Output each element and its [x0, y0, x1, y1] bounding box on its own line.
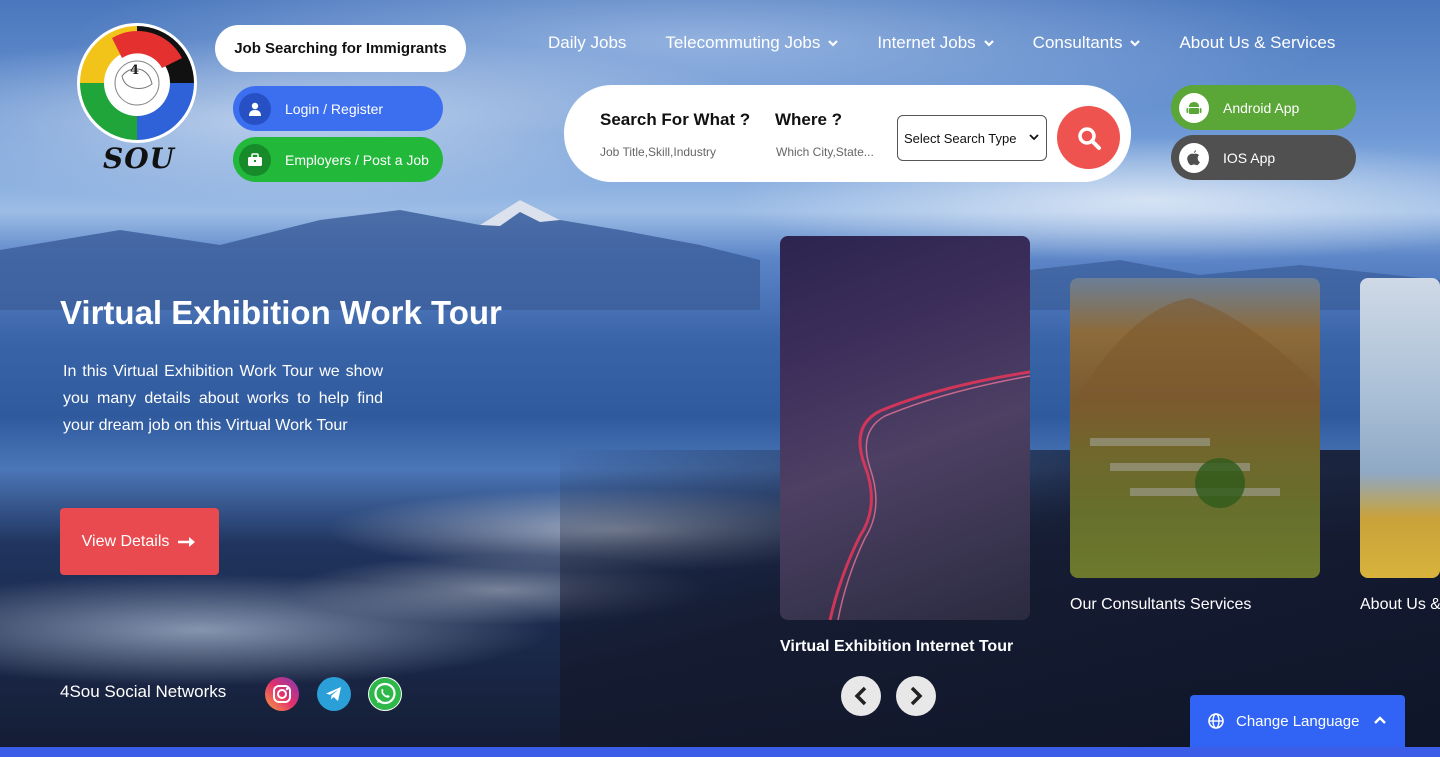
logo-text: SOU: [103, 142, 176, 175]
nav-telecommuting-jobs[interactable]: Telecommuting Jobs: [665, 33, 839, 53]
logo-badge: 4: [130, 63, 140, 78]
chevron-down-icon: [828, 40, 839, 47]
chevron-left-icon: [854, 686, 867, 706]
nav-label: Daily Jobs: [548, 33, 627, 52]
search-what-input[interactable]: [600, 145, 760, 159]
carousel-card-consultants[interactable]: [1070, 278, 1320, 578]
instagram-icon[interactable]: [265, 677, 299, 711]
search-type-value: Select Search Type: [904, 130, 1017, 146]
search-bar: Search For What ? Where ? Select Search …: [564, 85, 1131, 182]
hero-description: In this Virtual Exhibition Work Tour we …: [63, 363, 383, 434]
login-register-label: Login / Register: [285, 100, 384, 117]
chevron-up-icon: [1374, 716, 1386, 724]
carousel-caption: About Us &: [1360, 596, 1440, 613]
chevron-down-icon: [1029, 134, 1039, 141]
site-tagline: Job Searching for Immigrants: [215, 25, 466, 72]
view-details-label: View Details: [81, 532, 170, 550]
nav-about-us-services[interactable]: About Us & Services: [1179, 33, 1335, 53]
change-language-label: Change Language: [1236, 712, 1360, 730]
nav-internet-jobs[interactable]: Internet Jobs: [877, 33, 994, 53]
search-what-label: Search For What ?: [600, 110, 751, 129]
nav-label: About Us & Services: [1179, 33, 1336, 52]
chevron-down-icon: [983, 40, 994, 47]
login-register-button[interactable]: Login / Register: [233, 86, 443, 131]
ios-app-label: IOS App: [1223, 149, 1276, 166]
view-details-button[interactable]: View Details: [60, 508, 219, 575]
change-language-button[interactable]: Change Language: [1190, 695, 1405, 747]
nav-consultants[interactable]: Consultants: [1033, 33, 1141, 53]
employers-post-job-label: Employers / Post a Job: [285, 151, 429, 168]
nav-daily-jobs[interactable]: Daily Jobs: [548, 33, 626, 53]
logo-emblem-icon: [77, 23, 197, 143]
arrow-right-icon: [178, 536, 196, 547]
user-icon: [239, 92, 271, 125]
search-type-select[interactable]: Select Search Type: [897, 115, 1047, 161]
search-where-label: Where ?: [775, 110, 843, 129]
nav-label: Internet Jobs: [877, 33, 976, 52]
android-app-button[interactable]: Android App: [1171, 85, 1356, 130]
search-button[interactable]: [1057, 106, 1120, 169]
whatsapp-icon[interactable]: [368, 677, 402, 711]
nav-label: Consultants: [1032, 33, 1123, 52]
android-icon: [1179, 92, 1209, 123]
carousel-caption: Virtual Exhibition Internet Tour: [780, 638, 1014, 655]
carousel-card-about-us[interactable]: [1360, 278, 1440, 578]
ios-app-button[interactable]: IOS App: [1171, 135, 1356, 180]
carousel-caption: Our Consultants Services: [1070, 596, 1252, 613]
carousel-next-button[interactable]: [896, 676, 936, 716]
carousel-prev-button[interactable]: [841, 676, 881, 716]
hero-title: Virtual Exhibition Work Tour: [60, 294, 502, 331]
employers-post-job-button[interactable]: Employers / Post a Job: [233, 137, 443, 182]
telegram-icon[interactable]: [317, 677, 351, 711]
main-nav: Daily Jobs Telecommuting Jobs Internet J…: [548, 33, 1374, 53]
globe-icon: [1208, 713, 1224, 729]
android-app-label: Android App: [1223, 99, 1300, 116]
search-where-input[interactable]: [776, 145, 891, 159]
bottom-bar: [0, 747, 1440, 757]
carousel-card-internet-tour[interactable]: [780, 236, 1030, 620]
nav-label: Telecommuting Jobs: [665, 33, 821, 52]
social-networks-label: 4Sou Social Networks: [60, 682, 227, 701]
apple-icon: [1179, 142, 1209, 173]
ruins-image: [1070, 298, 1320, 578]
chevron-right-icon: [910, 686, 923, 706]
winding-road-image: [828, 370, 1030, 620]
briefcase-icon: [239, 143, 271, 176]
search-icon: [1077, 126, 1101, 150]
chevron-down-icon: [1130, 40, 1141, 47]
